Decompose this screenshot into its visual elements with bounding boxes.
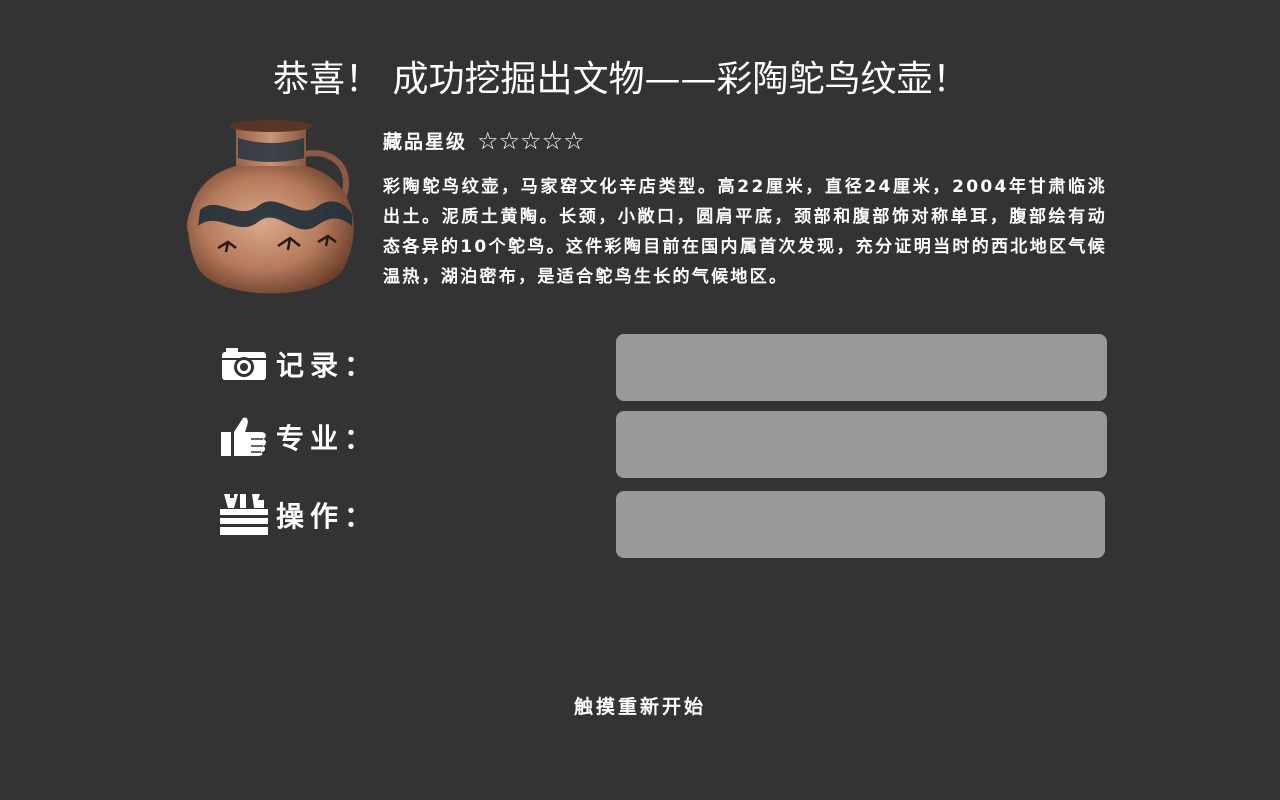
stat-row-record: 记录： [220,342,378,386]
stat-label-operation: 操作： [276,500,379,533]
operation-score-bar [616,491,1105,558]
star-rating: ☆☆☆☆☆ [477,126,585,155]
stat-row-operation: 操作： [220,493,378,537]
thumbs-up-icon [220,415,268,459]
rating-label: 藏品星级 [383,131,468,153]
stat-label-professional: 专业： [276,422,379,455]
page-title: 恭喜！ 成功挖掘出文物——彩陶鸵鸟纹壶！ [273,59,969,100]
result-screen: 恭喜！ 成功挖掘出文物——彩陶鸵鸟纹壶！ 藏品星级 ☆☆☆☆☆ 彩陶鸵鸟纹壶，马… [0,0,1280,800]
artifact-image [186,120,354,294]
professional-score-bar [616,411,1107,478]
collection-rating: 藏品星级 ☆☆☆☆☆ [383,127,585,154]
record-score-bar [616,334,1107,401]
stat-label-record: 记录： [276,349,379,382]
restart-button[interactable]: 触摸重新开始 [0,692,1280,719]
camera-icon [220,342,268,386]
stat-row-professional: 专业： [220,415,378,459]
artifact-description: 彩陶鸵鸟纹壶，马家窑文化辛店类型。高22厘米，直径24厘米，2004年甘肃临洮出… [383,177,1107,287]
toolbox-icon [220,493,268,537]
